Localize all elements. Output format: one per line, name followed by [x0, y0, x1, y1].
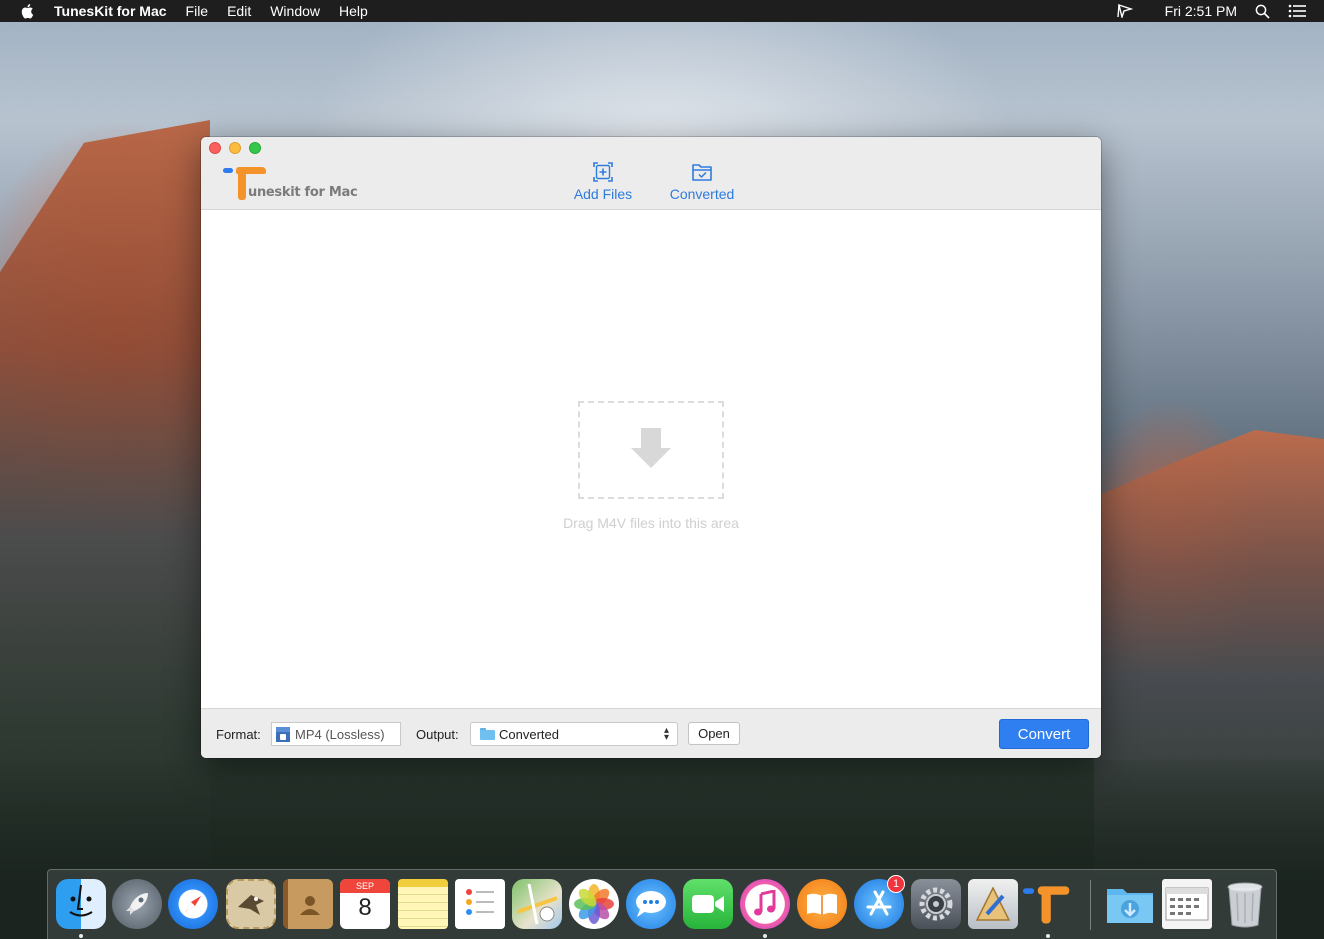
updown-chevron-icon: ▴ ▾ [663, 725, 669, 743]
folder-icon [480, 728, 495, 740]
notepad-icon[interactable] [398, 879, 448, 929]
menu-help[interactable]: Help [339, 3, 368, 19]
hammer-icon[interactable] [968, 879, 1018, 929]
format-label: Format: [216, 727, 261, 742]
menu-bar: TunesKit for Mac File Edit Window Help F… [0, 0, 1324, 22]
trash-icon[interactable] [1220, 879, 1270, 929]
calendar-month: SEP [340, 879, 390, 893]
add-files-icon [593, 162, 613, 182]
app-store-badge: 1 [887, 875, 905, 893]
notification-center-icon[interactable] [1288, 4, 1306, 18]
menu-window[interactable]: Window [270, 3, 320, 19]
finder-running-dot [79, 934, 83, 938]
video-camera-icon[interactable] [683, 879, 733, 929]
window-titlebar[interactable]: uneskit for Mac Add Files Converted [201, 137, 1101, 210]
converted-button[interactable]: Converted [669, 161, 735, 202]
add-files-label: Add Files [573, 186, 633, 202]
tuneskit-icon[interactable] [1023, 879, 1073, 929]
format-value: MP4 (Lossless) [295, 726, 385, 742]
video-format-icon [276, 726, 290, 742]
logo-text: uneskit for Mac [248, 185, 358, 200]
output-label: Output: [416, 727, 459, 742]
menu-file[interactable]: File [186, 3, 209, 19]
checklist-icon[interactable] [455, 879, 505, 929]
dock-separator [1090, 880, 1091, 930]
download-arrow-icon [631, 428, 671, 468]
address-book-icon[interactable] [283, 879, 333, 929]
gear-icon[interactable] [911, 879, 961, 929]
output-value: Converted [499, 726, 559, 742]
spotlight-search-icon[interactable] [1255, 4, 1270, 19]
bottom-bar: Format: MP4 (Lossless) Output: Converted… [201, 708, 1101, 758]
music-note-icon[interactable] [740, 879, 790, 929]
book-icon[interactable] [797, 879, 847, 929]
calendar-day: 8 [358, 894, 372, 921]
drop-hint-text: Drag M4V files into this area [563, 515, 739, 531]
apple-icon[interactable] [20, 3, 34, 19]
drop-area[interactable]: Drag M4V files into this area [201, 211, 1101, 708]
format-selector[interactable]: MP4 (Lossless) [271, 722, 401, 746]
rocket-icon[interactable] [112, 879, 162, 929]
logo-t-stem [238, 167, 246, 200]
minimize-button[interactable] [229, 142, 241, 154]
menu-edit[interactable]: Edit [227, 3, 251, 19]
tuneskit-window: uneskit for Mac Add Files Converted Drag… [201, 137, 1101, 758]
grid-window-icon[interactable] [1162, 879, 1212, 929]
output-folder-select[interactable]: Converted ▴ ▾ [470, 722, 678, 746]
add-files-button[interactable]: Add Files [573, 161, 633, 202]
calendar-icon[interactable]: SEP 8 [340, 879, 390, 929]
dock: SEP 8 1 [47, 869, 1277, 939]
menu-clock[interactable]: Fri 2:51 PM [1165, 3, 1237, 19]
finder-icon[interactable] [56, 879, 106, 929]
converted-folder-icon [692, 164, 712, 181]
flower-icon[interactable] [569, 879, 619, 929]
drop-target-box[interactable] [578, 401, 724, 499]
window-controls [209, 142, 261, 154]
tuneskit-logo: uneskit for Mac [223, 165, 358, 203]
logo-blue-dot [223, 168, 233, 173]
compass-icon[interactable] [168, 879, 218, 929]
itunes-running-dot [763, 934, 767, 938]
open-button[interactable]: Open [688, 722, 740, 745]
airplay-flag-icon[interactable] [1116, 4, 1133, 18]
convert-button[interactable]: Convert [999, 719, 1089, 749]
tuneskit-running-dot [1046, 934, 1050, 938]
downloads-folder-icon[interactable] [1105, 879, 1155, 929]
close-button[interactable] [209, 142, 221, 154]
map-icon[interactable] [512, 879, 562, 929]
converted-label: Converted [669, 186, 735, 202]
stamp-icon[interactable] [226, 879, 276, 929]
zoom-button[interactable] [249, 142, 261, 154]
menu-app-name[interactable]: TunesKit for Mac [54, 3, 167, 19]
speech-bubble-icon[interactable] [626, 879, 676, 929]
